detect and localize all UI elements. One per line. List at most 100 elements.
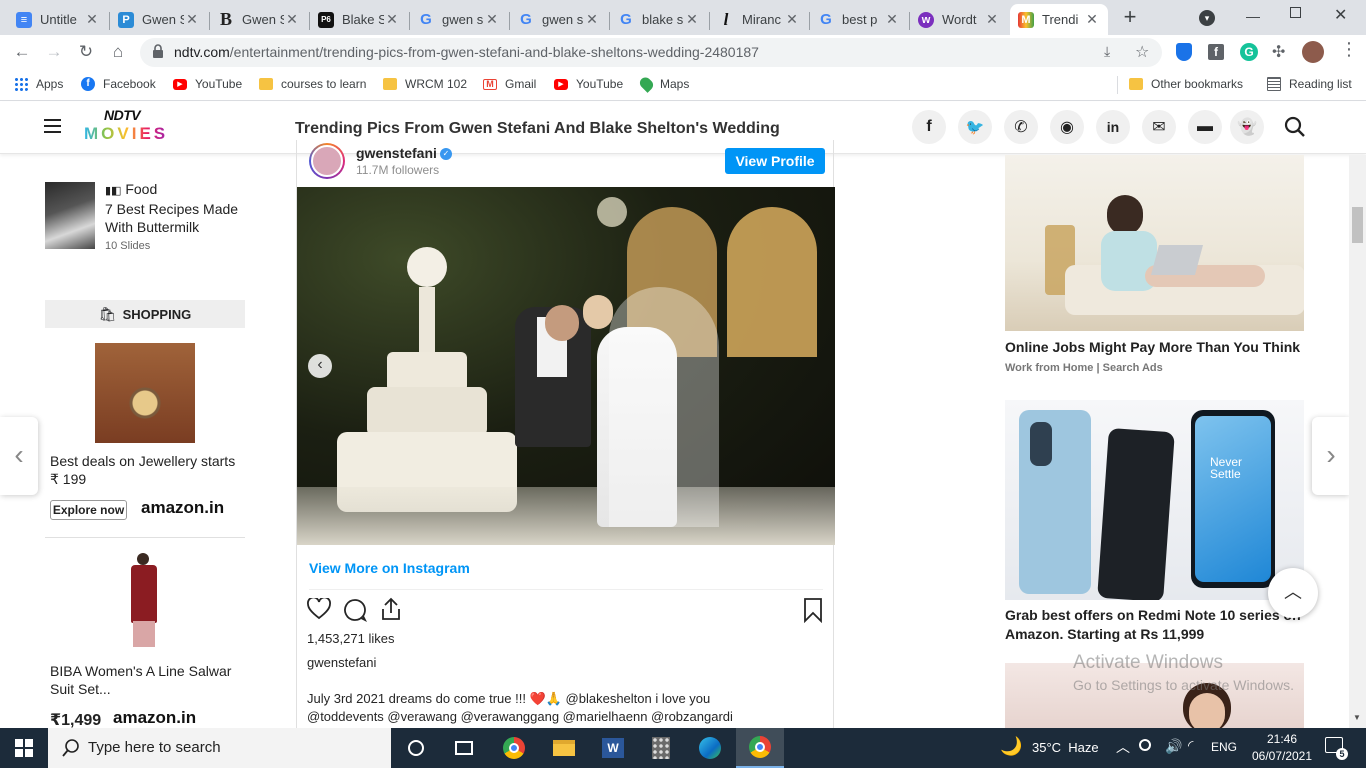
grammarly-icon[interactable]: G [1240, 43, 1258, 61]
bookmark-youtube[interactable]: ▶ YouTube [173, 77, 242, 91]
oneplus-ad-image[interactable]: Never Settle [1005, 400, 1304, 600]
bookmark-youtube-2[interactable]: ▶ YouTube [554, 77, 623, 91]
meet-now-icon[interactable] [1139, 739, 1151, 751]
forward-arrow-icon[interactable]: → [42, 40, 66, 64]
wifi-icon[interactable]: ◜ [1188, 737, 1193, 754]
volume-icon[interactable]: 🔊 [1165, 738, 1182, 755]
clock-date[interactable]: 06/07/2021 [1249, 749, 1315, 763]
address-bar[interactable]: ndtv.com/entertainment/trending-pics-fro… [140, 38, 1162, 67]
bookmark-facebook[interactable]: f Facebook [81, 77, 156, 91]
close-icon[interactable]: ✕ [384, 11, 400, 28]
save-bookmark-icon[interactable] [803, 597, 823, 623]
bookmark-apps[interactable]: Apps [14, 77, 63, 91]
browser-tab[interactable]: P Gwen S ✕ [110, 4, 208, 35]
task-view-icon[interactable] [440, 728, 488, 768]
share-icon[interactable] [379, 596, 403, 622]
edge-icon[interactable] [686, 728, 734, 768]
minimize-button[interactable]: — [1246, 8, 1260, 24]
scrollbar-thumb[interactable] [1352, 207, 1363, 243]
new-tab-button[interactable]: + [1118, 6, 1142, 30]
lock-icon[interactable] [152, 44, 164, 58]
menu-kebab-icon[interactable]: ⋮ [1340, 40, 1358, 58]
jewellery-image[interactable] [95, 343, 195, 443]
bookmark-maps[interactable]: Maps [637, 75, 689, 93]
food-title-link[interactable]: 7 Best Recipes Made With Buttermilk [105, 200, 245, 236]
browser-tab[interactable]: G gwen s ✕ [510, 4, 608, 35]
comment-icon[interactable] [343, 598, 367, 622]
ndtv-movies-logo[interactable]: NDTV MOVIES [84, 107, 184, 149]
wedding-photo[interactable]: ‹ [297, 187, 835, 545]
profile-avatar[interactable] [1302, 41, 1324, 63]
amazon-logo[interactable]: amazon.in [113, 708, 196, 728]
search-icon[interactable] [1284, 116, 1306, 138]
snapchat-share-icon[interactable]: 👻 [1230, 110, 1264, 144]
close-icon[interactable]: ✕ [1084, 11, 1100, 28]
close-icon[interactable]: ✕ [284, 11, 300, 28]
browser-tab-active[interactable]: M Trendi ✕ [1010, 4, 1108, 35]
ad-title-redmi[interactable]: Grab best offers on Redmi Note 10 series… [1005, 606, 1304, 644]
install-icon[interactable]: ⤓ [1104, 43, 1110, 60]
close-window-button[interactable]: ✕ [1334, 5, 1347, 25]
jewellery-deal-text[interactable]: Best deals on Jewellery starts [50, 453, 235, 469]
biba-product-title[interactable]: BIBA Women's A Line Salwar Suit Set... [50, 662, 245, 698]
browser-tab[interactable]: B Gwen S ✕ [210, 4, 308, 35]
chrome-active-taskbar-icon[interactable] [736, 728, 784, 768]
bookmark-gmail[interactable]: M Gmail [483, 77, 536, 91]
restore-button[interactable] [1290, 7, 1301, 18]
page-scrollbar[interactable]: ▼ [1349, 155, 1366, 728]
language-indicator[interactable]: ENG [1211, 740, 1237, 754]
likes-count[interactable]: 1,453,271 likes [307, 631, 394, 646]
close-icon[interactable]: ✕ [984, 11, 1000, 28]
taskbar-search-box[interactable]: Type here to search [48, 728, 391, 768]
buttermilk-thumbnail[interactable] [45, 182, 95, 249]
comment-share-icon[interactable]: ▬ [1188, 110, 1222, 144]
profile-avatar[interactable] [309, 143, 345, 179]
browser-tab[interactable]: G gwen s ✕ [410, 4, 508, 35]
bookmark-folder-courses[interactable]: courses to learn [259, 77, 366, 91]
linkedin-share-icon[interactable]: in [1096, 110, 1130, 144]
bookmark-other[interactable]: Other bookmarks [1129, 77, 1243, 91]
browser-tab[interactable]: G best p ✕ [810, 4, 908, 35]
instagram-username[interactable]: gwenstefani [356, 145, 437, 161]
reading-list[interactable]: Reading list [1267, 77, 1352, 91]
explore-now-button[interactable]: Explore now [50, 500, 127, 520]
browser-tab[interactable]: w Wordt ✕ [910, 4, 1008, 35]
online-jobs-ad-image[interactable] [1005, 155, 1304, 331]
email-share-icon[interactable]: ✉ [1142, 110, 1176, 144]
facebook-share-icon[interactable]: f [912, 110, 946, 144]
weather-moon-icon[interactable]: 🌙 [1000, 736, 1022, 757]
view-more-instagram-link[interactable]: View More on Instagram [309, 560, 470, 576]
back-arrow-icon[interactable]: ← [10, 40, 34, 64]
weather-text[interactable]: 35°C Haze [1032, 740, 1099, 755]
reload-icon[interactable]: ↻ [74, 40, 98, 64]
hamburger-menu-icon[interactable] [44, 119, 61, 133]
twitter-share-icon[interactable]: 🐦 [958, 110, 992, 144]
tab-search-icon[interactable]: ▾ [1199, 10, 1215, 26]
bookmark-folder-wrcm[interactable]: WRCM 102 [383, 77, 467, 91]
ad-title-online-jobs[interactable]: Online Jobs Might Pay More Than You Thin… [1005, 339, 1300, 355]
view-profile-button[interactable]: View Profile [725, 148, 825, 174]
close-icon[interactable]: ✕ [684, 11, 700, 28]
whatsapp-share-icon[interactable]: ✆ [1004, 110, 1038, 144]
bookmark-star-icon[interactable]: ☆ [1135, 42, 1149, 62]
browser-tab[interactable]: P6 Blake S ✕ [310, 4, 408, 35]
calculator-icon[interactable] [637, 728, 685, 768]
shield-extension-icon[interactable] [1176, 43, 1192, 61]
scroll-top-button[interactable]: ︿ [1268, 568, 1318, 618]
close-icon[interactable]: ✕ [84, 11, 100, 28]
facebook-extension-icon[interactable]: f [1208, 44, 1224, 60]
word-icon[interactable]: W [589, 728, 637, 768]
windows-start-icon[interactable] [0, 728, 48, 768]
close-icon[interactable]: ✕ [484, 11, 500, 28]
salwar-suit-image[interactable] [125, 553, 163, 651]
chrome-taskbar-icon[interactable] [490, 728, 538, 768]
home-icon[interactable]: ⌂ [106, 40, 130, 64]
cortana-icon[interactable] [392, 728, 440, 768]
browser-tab[interactable]: l Miranc ✕ [710, 4, 808, 35]
carousel-prev-icon[interactable]: ‹ [308, 354, 332, 378]
extensions-puzzle-icon[interactable]: ✣ [1272, 42, 1285, 62]
tray-chevron-icon[interactable]: ︿ [1116, 737, 1130, 757]
close-icon[interactable]: ✕ [884, 11, 900, 28]
close-icon[interactable]: ✕ [584, 11, 600, 28]
next-article-arrow[interactable]: › [1312, 417, 1350, 495]
